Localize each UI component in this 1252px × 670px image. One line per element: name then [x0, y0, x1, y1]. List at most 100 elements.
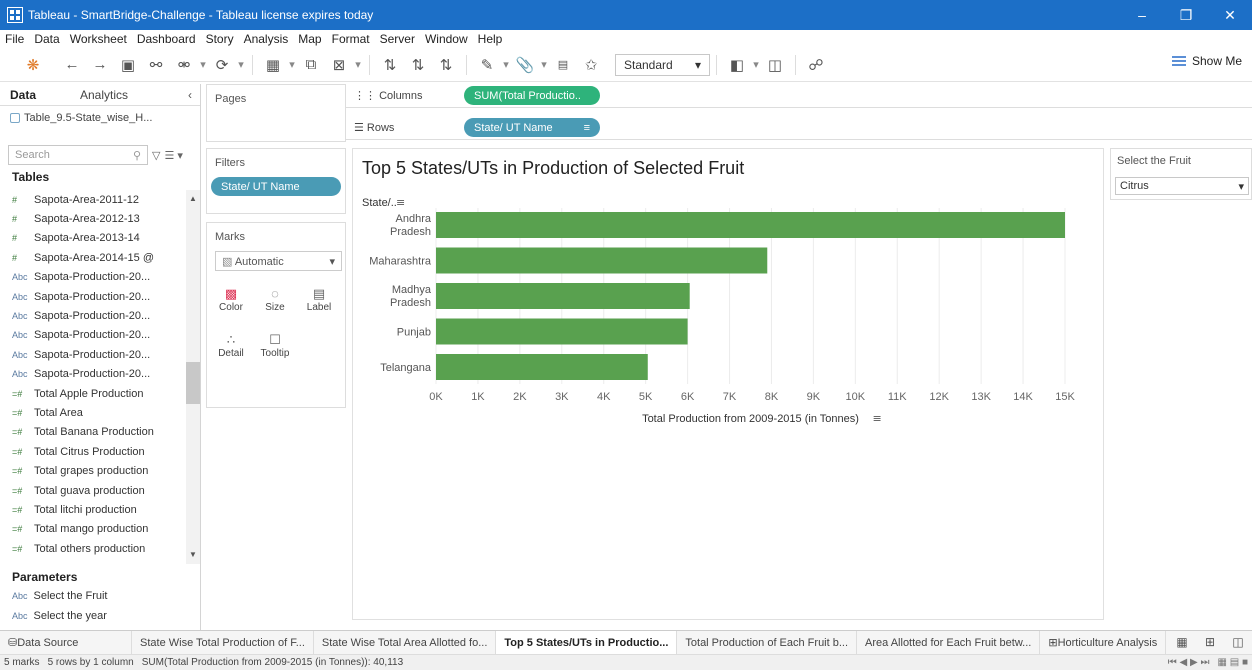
field-item[interactable]: =# Total Citrus Production	[0, 442, 186, 461]
fruit-select[interactable]: Citrus ▾	[1115, 177, 1249, 195]
field-item[interactable]: Abc Sapota-Production-20...	[0, 287, 186, 306]
menu-file[interactable]: File	[0, 32, 29, 46]
field-item[interactable]: =# Total Area	[0, 403, 186, 422]
bar[interactable]	[436, 283, 690, 309]
menu-server[interactable]: Server	[375, 32, 420, 46]
clear-dropdown-icon[interactable]: ▾	[354, 53, 362, 77]
menu-map[interactable]: Map	[293, 32, 326, 46]
color-button[interactable]: ▩ Color	[213, 281, 249, 317]
tab-data[interactable]: Data	[0, 88, 70, 102]
field-item[interactable]: =# Total grapes production	[0, 461, 186, 480]
sort-icon[interactable]: ≡	[396, 196, 405, 209]
rows-pill[interactable]: State/ UT Name ≡	[464, 118, 600, 137]
duplicate-sheet-icon[interactable]: ⧉	[300, 53, 322, 77]
swap-icon[interactable]: ⇅	[379, 53, 401, 77]
undo-icon[interactable]: ←	[61, 53, 83, 77]
field-item[interactable]: =# Total mango production	[0, 520, 186, 539]
filter-icon[interactable]: ▽	[152, 149, 160, 162]
sort-ascending-icon[interactable]: ⇅	[407, 53, 429, 77]
menu-analysis[interactable]: Analysis	[239, 32, 294, 46]
new-datasource-icon[interactable]: ⚯	[145, 53, 167, 77]
field-item[interactable]: Abc Sapota-Production-20...	[0, 306, 186, 325]
show-cards-icon[interactable]: ◧	[726, 53, 748, 77]
data-source-item[interactable]: Table_9.5-State_wise_H...	[0, 106, 200, 130]
restore-icon[interactable]: ❐	[1164, 0, 1208, 30]
tableau-home-icon[interactable]: ❋	[22, 53, 44, 77]
sort-descending-icon[interactable]: ⇅	[435, 53, 457, 77]
field-item[interactable]: =# Total others production	[0, 539, 186, 558]
highlight-dropdown-icon[interactable]: ▾	[502, 53, 510, 77]
bar[interactable]	[436, 212, 1065, 238]
group-icon[interactable]: 📎	[514, 53, 536, 77]
tab-analytics[interactable]: Analytics	[70, 88, 180, 102]
show-cards-dropdown-icon[interactable]: ▾	[752, 53, 760, 77]
share-icon[interactable]: ☍	[805, 53, 827, 77]
fit-dropdown[interactable]: Standard ▾	[615, 53, 710, 76]
filters-card[interactable]: Filters State/ UT Name	[206, 148, 346, 214]
refresh-dropdown-icon[interactable]: ▾	[237, 53, 245, 77]
close-icon[interactable]: ✕	[1208, 0, 1252, 30]
pause-updates-icon[interactable]: ⚮	[173, 53, 195, 77]
field-item[interactable]: Abc Sapota-Production-20...	[0, 345, 186, 364]
highlight-icon[interactable]: ✎	[476, 53, 498, 77]
field-item[interactable]: Abc Sapota-Production-20...	[0, 326, 186, 345]
sheet-tab[interactable]: State Wise Total Production of F...	[132, 630, 314, 655]
bar[interactable]	[436, 247, 768, 274]
new-worksheet-tab-icon[interactable]: ▦	[1171, 630, 1193, 654]
sheet-tab[interactable]: State Wise Total Area Allotted fo...	[314, 630, 497, 655]
view-mode-icon[interactable]: ▦ ▤ ■	[1218, 657, 1249, 668]
save-icon[interactable]: ▣	[117, 53, 139, 77]
field-item[interactable]: =# Total litchi production	[0, 500, 186, 519]
show-me-button[interactable]: Show Me	[1171, 54, 1242, 68]
new-worksheet-dropdown-icon[interactable]: ▾	[288, 53, 296, 77]
bar[interactable]	[436, 354, 648, 380]
clear-sheet-icon[interactable]: ⊠	[328, 53, 350, 77]
view-options-icon[interactable]: ☰ ▾	[164, 149, 182, 162]
sheet-tab[interactable]: Total Production of Each Fruit b...	[677, 630, 858, 655]
presentation-icon[interactable]: ◫	[764, 53, 786, 77]
tooltip-button[interactable]: ☐ Tooltip	[257, 327, 293, 363]
mark-type-dropdown[interactable]: ▧ Automatic ▾	[215, 251, 342, 271]
filter-pill-state[interactable]: State/ UT Name	[211, 177, 341, 196]
menu-window[interactable]: Window	[420, 32, 473, 46]
field-item[interactable]: # Sapota-Area-2013-14	[0, 229, 186, 248]
sort-icon[interactable]: ≡	[873, 412, 882, 425]
menu-story[interactable]: Story	[201, 32, 239, 46]
field-item[interactable]: =# Total Banana Production	[0, 423, 186, 442]
menu-dashboard[interactable]: Dashboard	[132, 32, 201, 46]
field-item[interactable]: Abc Sapota-Production-20...	[0, 365, 186, 384]
pages-card[interactable]: Pages	[206, 84, 346, 142]
pin-icon[interactable]: ✩	[580, 53, 602, 77]
field-item[interactable]: =# Total guava production	[0, 481, 186, 500]
label-button[interactable]: ▤ Label	[301, 281, 337, 317]
sheet-tab[interactable]: Top 5 States/UTs in Productio...	[496, 630, 678, 655]
menu-format[interactable]: Format	[327, 32, 375, 46]
new-worksheet-icon[interactable]: ▦	[262, 53, 284, 77]
field-item[interactable]: # Sapota-Area-2012-13	[0, 209, 186, 228]
bar[interactable]	[436, 318, 688, 345]
labels-icon[interactable]: ▤	[552, 53, 574, 77]
detail-button[interactable]: ∴ Detail	[213, 327, 249, 363]
field-item[interactable]: # Sapota-Area-2014-15 @	[0, 248, 186, 267]
group-dropdown-icon[interactable]: ▾	[540, 53, 548, 77]
columns-shelf[interactable]: ⋮⋮ Columns SUM(Total Productio..	[346, 84, 1252, 108]
collapse-pane-icon[interactable]: ‹	[180, 88, 200, 102]
columns-pill[interactable]: SUM(Total Productio..	[464, 86, 600, 105]
new-story-tab-icon[interactable]: ◫	[1227, 630, 1249, 654]
scroll-down-icon[interactable]: ▼	[189, 550, 197, 559]
scrollbar-thumb[interactable]	[186, 362, 200, 404]
pause-dropdown-icon[interactable]: ▾	[199, 53, 207, 77]
rows-shelf[interactable]: ☰ Rows State/ UT Name ≡	[346, 116, 1252, 140]
minimize-icon[interactable]: –	[1120, 0, 1164, 30]
size-button[interactable]: ◌ Size	[257, 281, 293, 317]
search-input[interactable]: Search ⚲	[8, 145, 148, 165]
parameter-item[interactable]: Abc Select the Fruit	[12, 590, 108, 602]
tab-data-source[interactable]: ⛁ Data Source	[0, 630, 132, 655]
menu-worksheet[interactable]: Worksheet	[65, 32, 132, 46]
field-item[interactable]: Abc Sapota-Production-20...	[0, 268, 186, 287]
redo-icon[interactable]: →	[89, 53, 111, 77]
parameter-item[interactable]: Abc Select the year	[12, 610, 107, 622]
sheet-nav-icon[interactable]: ⏮ ◀ ▶ ⏭	[1168, 657, 1210, 668]
scroll-up-icon[interactable]: ▲	[189, 194, 197, 203]
menu-data[interactable]: Data	[29, 32, 64, 46]
